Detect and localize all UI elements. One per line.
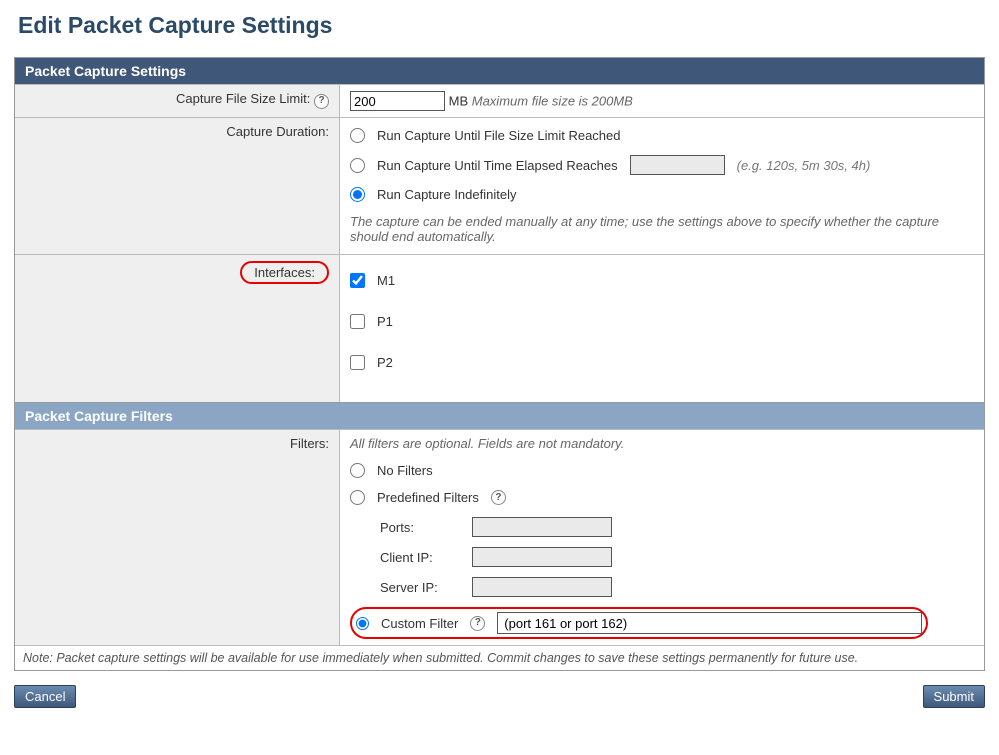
value-file-size: MB Maximum file size is 200MB — [340, 85, 984, 117]
label-duration: Capture Duration: — [15, 118, 340, 254]
radio-no-filters[interactable] — [350, 463, 365, 478]
checkbox-p2-label: P2 — [377, 355, 393, 370]
checkbox-m1-label: M1 — [377, 273, 395, 288]
interfaces-label-highlight: Interfaces: — [240, 261, 329, 284]
file-size-input[interactable] — [350, 91, 445, 111]
help-icon[interactable]: ? — [314, 94, 329, 109]
file-size-unit: MB — [449, 94, 469, 109]
radio-predefined[interactable] — [350, 490, 365, 505]
checkbox-p1-label: P1 — [377, 314, 393, 329]
duration-note: The capture can be ended manually at any… — [350, 214, 974, 244]
row-filters: Filters: All filters are optional. Field… — [15, 429, 984, 645]
checkbox-p2[interactable] — [350, 355, 365, 370]
radio-indefinitely-label: Run Capture Indefinitely — [377, 187, 516, 202]
label-file-size-text: Capture File Size Limit: — [176, 91, 310, 106]
row-interfaces: Interfaces: M1 P1 P2 — [15, 254, 984, 402]
label-filters: Filters: — [15, 430, 340, 645]
custom-filter-input[interactable] — [497, 612, 922, 634]
value-interfaces: M1 P1 P2 — [340, 255, 984, 402]
time-hint: (e.g. 120s, 5m 30s, 4h) — [737, 158, 871, 173]
submit-button[interactable]: Submit — [923, 685, 985, 708]
radio-custom-filter[interactable] — [356, 617, 369, 630]
label-interfaces: Interfaces: — [254, 265, 315, 280]
filters-top-hint: All filters are optional. Fields are not… — [350, 436, 974, 451]
file-size-hint: Maximum file size is 200MB — [472, 94, 633, 109]
checkbox-p1[interactable] — [350, 314, 365, 329]
cancel-button[interactable]: Cancel — [14, 685, 76, 708]
radio-indefinitely[interactable] — [350, 187, 365, 202]
help-icon[interactable]: ? — [491, 490, 506, 505]
row-file-size: Capture File Size Limit: ? MB Maximum fi… — [15, 84, 984, 117]
section-header-settings: Packet Capture Settings — [15, 58, 984, 84]
ports-input[interactable] — [472, 517, 612, 537]
radio-until-time-label: Run Capture Until Time Elapsed Reaches — [377, 158, 618, 173]
radio-no-filters-label: No Filters — [377, 463, 433, 478]
clientip-label: Client IP: — [380, 550, 460, 565]
radio-predefined-label: Predefined Filters — [377, 490, 479, 505]
custom-filter-highlight: Custom Filter ? — [350, 607, 928, 639]
settings-panel: Packet Capture Settings Capture File Siz… — [14, 57, 985, 671]
radio-until-size-label: Run Capture Until File Size Limit Reache… — [377, 128, 621, 143]
row-duration: Capture Duration: Run Capture Until File… — [15, 117, 984, 254]
radio-until-size[interactable] — [350, 128, 365, 143]
help-icon[interactable]: ? — [470, 616, 485, 631]
page-title: Edit Packet Capture Settings — [18, 12, 985, 39]
clientip-input[interactable] — [472, 547, 612, 567]
time-elapsed-input[interactable] — [630, 155, 725, 175]
section-header-filters: Packet Capture Filters — [15, 402, 984, 429]
label-file-size: Capture File Size Limit: ? — [15, 85, 340, 117]
label-cell-interfaces: Interfaces: — [15, 255, 340, 402]
serverip-label: Server IP: — [380, 580, 460, 595]
radio-until-time[interactable] — [350, 158, 365, 173]
footer-note: Note: Packet capture settings will be av… — [15, 645, 984, 670]
radio-custom-filter-label: Custom Filter — [381, 616, 458, 631]
serverip-input[interactable] — [472, 577, 612, 597]
buttons-row: Cancel Submit — [14, 685, 985, 708]
value-duration: Run Capture Until File Size Limit Reache… — [340, 118, 984, 254]
checkbox-m1[interactable] — [350, 273, 365, 288]
ports-label: Ports: — [380, 520, 460, 535]
value-filters: All filters are optional. Fields are not… — [340, 430, 984, 645]
